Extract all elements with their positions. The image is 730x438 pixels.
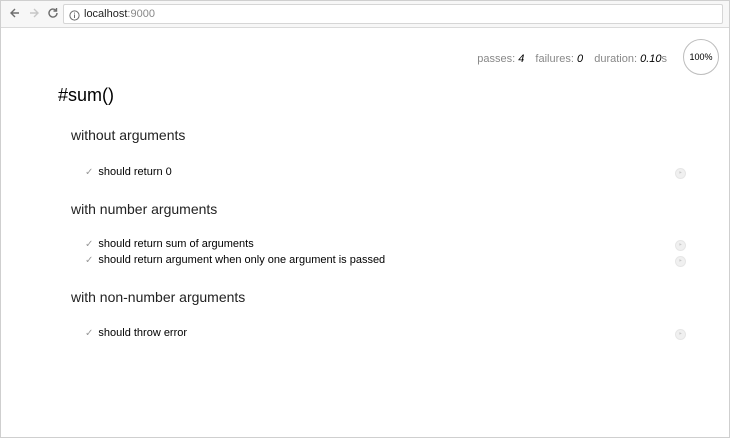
- browser-toolbar: localhost:9000: [1, 1, 729, 28]
- check-icon: ✓: [85, 255, 94, 266]
- passes-label: passes:: [477, 53, 516, 65]
- check-icon: ✓: [85, 239, 94, 250]
- replay-icon[interactable]: ‣: [675, 329, 686, 340]
- test-item[interactable]: ✓ should return sum of arguments: [85, 237, 254, 252]
- progress-label: 100%: [689, 52, 713, 62]
- suite-title-without-arguments[interactable]: without arguments: [71, 127, 185, 143]
- url-port: :9000: [127, 8, 155, 20]
- url-text: localhost:9000: [84, 7, 155, 21]
- replay-icon[interactable]: ‣: [675, 240, 686, 251]
- test-item[interactable]: ✓ should return 0: [85, 165, 172, 180]
- duration-unit: s: [661, 53, 668, 65]
- duration-value: 0.10: [640, 53, 662, 65]
- browser-window: localhost:9000 passes: 4 failures: 0 dur…: [0, 0, 730, 438]
- progress-ring: 100%: [683, 39, 719, 75]
- back-arrow-icon[interactable]: [7, 5, 23, 21]
- suite-title-with-number-arguments[interactable]: with number arguments: [71, 201, 217, 217]
- test-title[interactable]: should return sum of arguments: [98, 238, 253, 250]
- passes-value: 4: [518, 53, 525, 65]
- check-icon: ✓: [85, 328, 94, 339]
- failures-value: 0: [577, 53, 584, 65]
- info-icon[interactable]: [69, 8, 80, 21]
- test-title[interactable]: should return argument when only one arg…: [98, 254, 385, 266]
- replay-icon[interactable]: ‣: [675, 168, 686, 179]
- test-title[interactable]: should throw error: [98, 327, 187, 339]
- test-stats: passes: 4 failures: 0 duration: 0.10s: [469, 52, 667, 66]
- duration-label: duration:: [594, 53, 638, 65]
- passes-stat[interactable]: passes: 4: [477, 53, 524, 65]
- test-title[interactable]: should return 0: [98, 166, 171, 178]
- test-item[interactable]: ✓ should throw error: [85, 326, 187, 341]
- failures-stat[interactable]: failures: 0: [535, 53, 583, 65]
- duration-stat: duration: 0.10s: [594, 53, 667, 65]
- suite-title[interactable]: #sum(): [58, 85, 114, 106]
- url-host: localhost: [84, 8, 128, 20]
- reload-icon[interactable]: [45, 5, 61, 21]
- failures-label: failures:: [535, 53, 574, 65]
- check-icon: ✓: [85, 167, 94, 178]
- suite-title-with-non-number-arguments[interactable]: with non-number arguments: [71, 289, 245, 305]
- address-bar[interactable]: localhost:9000: [63, 4, 723, 24]
- replay-icon[interactable]: ‣: [675, 256, 686, 267]
- test-item[interactable]: ✓ should return argument when only one ar…: [85, 253, 385, 268]
- forward-arrow-icon[interactable]: [26, 5, 42, 21]
